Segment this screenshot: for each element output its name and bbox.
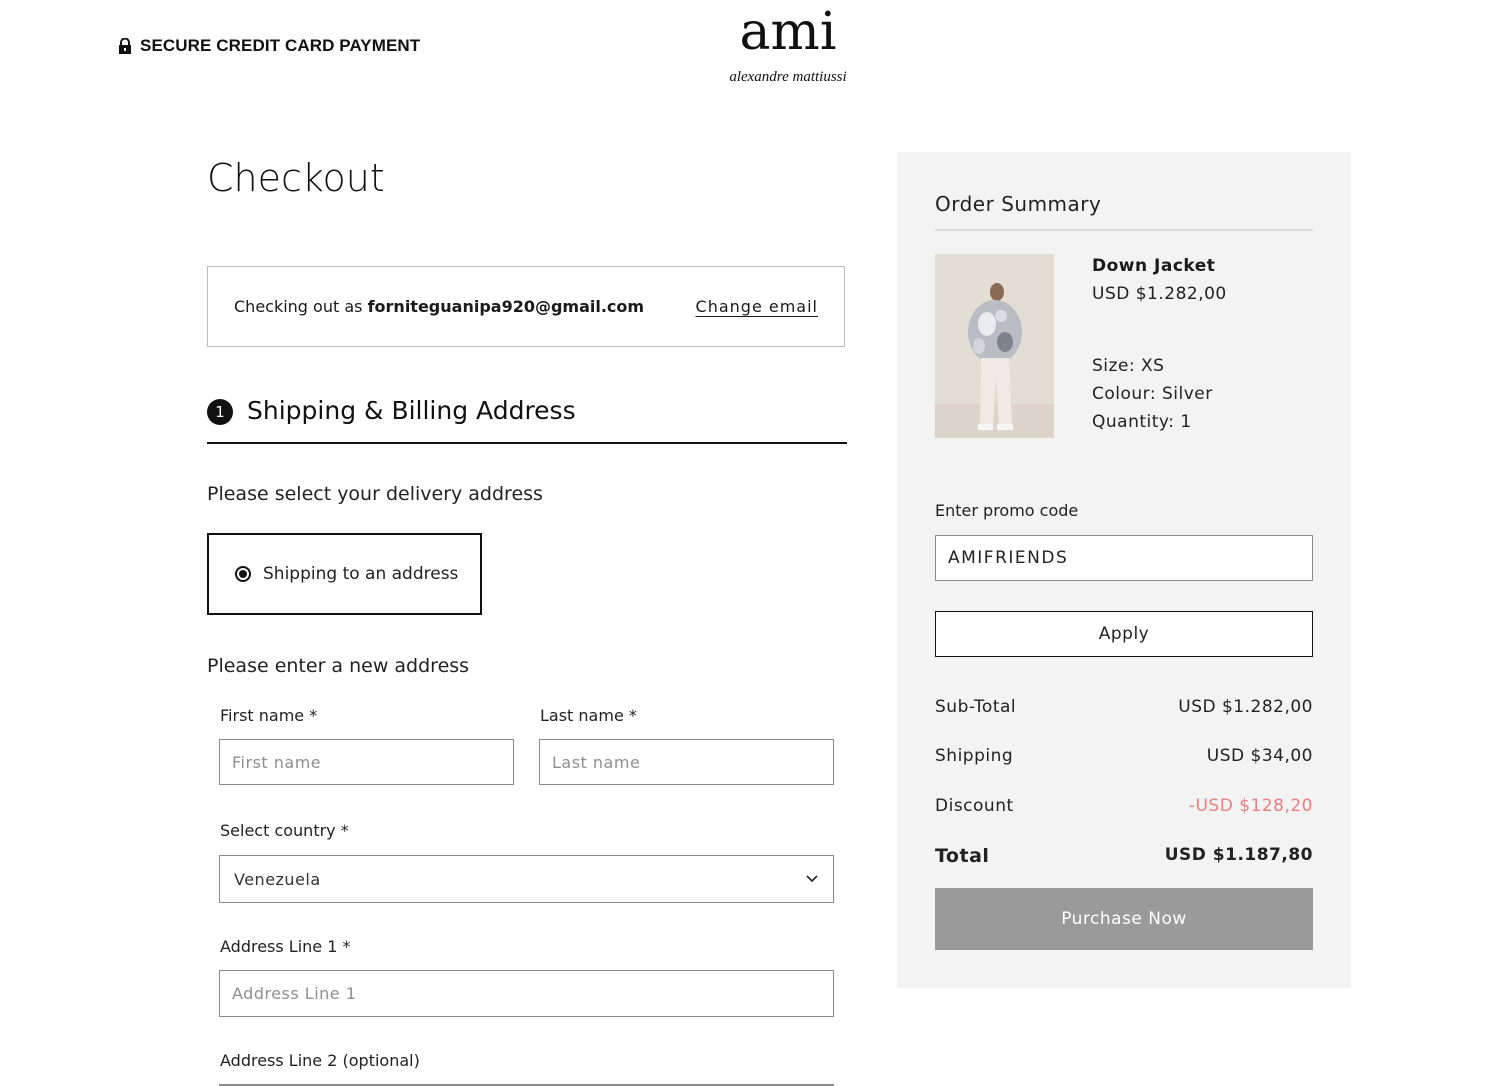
discount-label: Discount xyxy=(935,796,1014,816)
order-summary-title: Order Summary xyxy=(935,192,1102,216)
address-line1-label: Address Line 1 * xyxy=(220,937,351,956)
product-price: USD $1.282,00 xyxy=(1092,284,1227,304)
promo-code-input[interactable]: AMIFRIENDS xyxy=(935,535,1313,581)
step-shipping-billing: 1 Shipping & Billing Address xyxy=(207,396,847,444)
product-quantity: Quantity: 1 xyxy=(1092,412,1192,432)
shipping-row: Shipping USD $34,00 xyxy=(935,746,1313,766)
checking-out-as-label: Checking out as xyxy=(234,297,363,316)
purchase-now-button[interactable]: Purchase Now xyxy=(935,888,1313,950)
country-select[interactable]: Venezuela xyxy=(219,855,834,903)
first-name-input[interactable]: First name xyxy=(219,739,514,785)
last-name-label: Last name * xyxy=(540,706,637,725)
lock-icon xyxy=(119,38,131,54)
delivery-address-prompt: Please select your delivery address xyxy=(207,483,543,505)
country-label: Select country * xyxy=(220,821,349,840)
product-image[interactable] xyxy=(935,254,1054,438)
checkout-email: forniteguanipa920@gmail.com xyxy=(367,297,645,316)
checkout-email-box: Checking out as forniteguanipa920@gmail.… xyxy=(207,266,845,347)
checkout-email-text: Checking out as forniteguanipa920@gmail.… xyxy=(234,297,644,316)
shipping-to-address-option[interactable]: Shipping to an address xyxy=(207,533,482,615)
promo-code-label: Enter promo code xyxy=(935,501,1079,520)
total-value: USD $1.187,80 xyxy=(1164,845,1313,865)
logo-tagline: alexandre mattiussi xyxy=(729,69,847,85)
first-name-label: First name * xyxy=(220,706,318,725)
product-size: Size: XS xyxy=(1092,356,1165,376)
total-label: Total xyxy=(935,845,990,867)
change-email-link[interactable]: Change email xyxy=(696,297,818,316)
page-title: Checkout xyxy=(207,156,385,200)
shipping-value: USD $34,00 xyxy=(1206,746,1313,766)
step-number-badge: 1 xyxy=(207,399,233,425)
product-name: Down Jacket xyxy=(1092,256,1216,276)
address-line1-input[interactable]: Address Line 1 xyxy=(219,970,834,1017)
new-address-prompt: Please enter a new address xyxy=(207,655,470,677)
shipping-option-label: Shipping to an address xyxy=(263,564,459,584)
country-selected-value: Venezuela xyxy=(234,869,321,889)
secure-payment-label: SECURE CREDIT CARD PAYMENT xyxy=(140,36,421,55)
step-title: Shipping & Billing Address xyxy=(247,396,576,425)
subtotal-row: Sub-Total USD $1.282,00 xyxy=(935,697,1313,717)
subtotal-value: USD $1.282,00 xyxy=(1178,697,1313,717)
brand-logo[interactable]: ami alexandre mattiussi xyxy=(700,2,876,86)
apply-promo-button[interactable]: Apply xyxy=(935,611,1313,657)
chevron-down-icon xyxy=(806,875,818,883)
summary-divider xyxy=(935,229,1313,231)
total-row: Total USD $1.187,80 xyxy=(935,845,1313,867)
address-line2-label: Address Line 2 (optional) xyxy=(220,1051,420,1070)
secure-payment-banner: SECURE CREDIT CARD PAYMENT xyxy=(118,36,420,56)
radio-selected-icon[interactable] xyxy=(235,566,251,582)
shipping-label: Shipping xyxy=(935,746,1014,766)
last-name-input[interactable]: Last name xyxy=(539,739,834,785)
discount-value: -USD $128,20 xyxy=(1188,796,1313,816)
product-colour: Colour: Silver xyxy=(1092,384,1213,404)
logo-wordmark: ami xyxy=(739,2,837,62)
subtotal-label: Sub-Total xyxy=(935,697,1017,717)
discount-row: Discount -USD $128,20 xyxy=(935,796,1313,816)
